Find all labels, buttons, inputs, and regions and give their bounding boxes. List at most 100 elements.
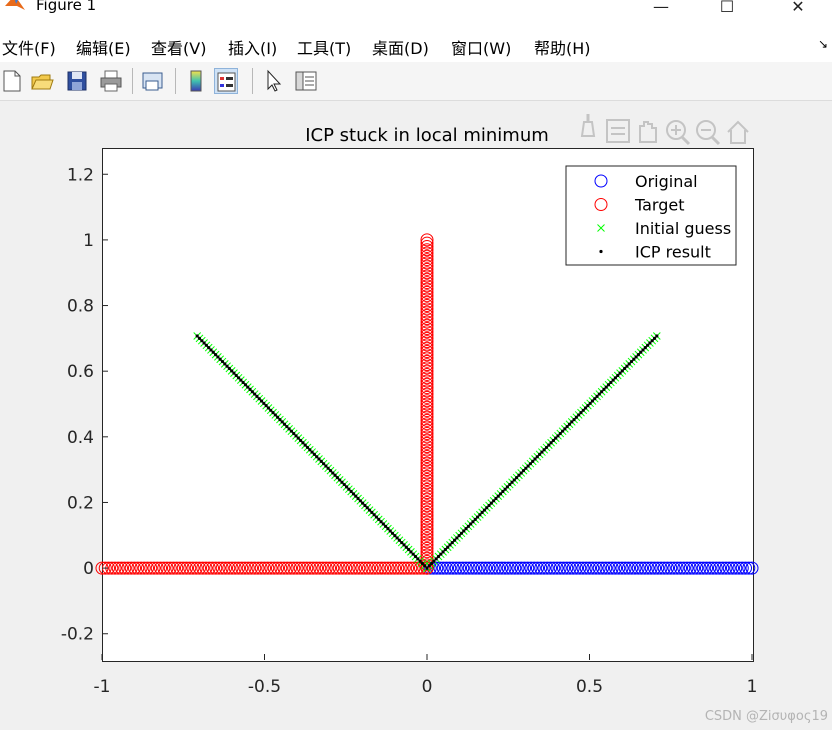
data-point: [627, 362, 631, 366]
data-point: [230, 369, 234, 373]
data-point: [535, 455, 539, 459]
data-point: [292, 431, 296, 436]
data-point: [655, 334, 659, 338]
data-point: [588, 401, 592, 405]
data-point: [331, 471, 335, 475]
series-layer: [95, 233, 759, 575]
data-point: [257, 397, 261, 401]
data-point: [374, 515, 379, 519]
data-point: [335, 475, 339, 480]
data-point: [519, 471, 523, 475]
data-point: [390, 531, 395, 535]
zoom-in-icon[interactable]: [666, 120, 691, 146]
data-point: [326, 466, 330, 470]
data-point: [634, 355, 638, 359]
home-icon[interactable]: [727, 120, 749, 144]
data-point: [593, 397, 597, 401]
legend[interactable]: Original Target Initial guess ICP result: [565, 165, 737, 266]
data-point: [462, 529, 466, 533]
data-point: [404, 545, 408, 549]
data-point: [602, 387, 606, 392]
data-point: [466, 524, 470, 528]
data-point: [494, 496, 498, 501]
data-point: [236, 376, 241, 380]
data-point: [595, 394, 599, 398]
data-point: [450, 540, 454, 545]
data-point: [515, 475, 519, 480]
data-point: [340, 480, 344, 484]
data-point: [248, 387, 252, 392]
data-point: [416, 557, 420, 561]
data-point: [505, 485, 510, 489]
data-point: [280, 420, 284, 424]
chart-title: ICP stuck in local minimum: [305, 125, 549, 146]
y-tick-label: 1.2: [67, 165, 94, 185]
data-point: [446, 545, 450, 549]
y-tick-label: -0.2: [61, 625, 94, 645]
data-point: [296, 436, 300, 440]
data-point: [354, 494, 358, 498]
data-point: [299, 438, 303, 443]
data-point: [207, 346, 211, 350]
data-point: [338, 478, 342, 482]
data-point: [423, 564, 427, 568]
data-point: [528, 462, 533, 466]
data-point: [271, 411, 275, 415]
data-point: [597, 392, 601, 396]
brush-icon[interactable]: [580, 114, 596, 137]
data-point: [347, 487, 351, 491]
data-point: [342, 482, 346, 487]
data-point: [629, 359, 634, 364]
data-point: [358, 499, 362, 503]
x-tick-label: 0.5: [576, 677, 603, 697]
data-point: [609, 380, 613, 385]
data-point: [395, 536, 399, 540]
data-point: [388, 529, 392, 533]
data-point: [558, 431, 562, 436]
data-point: [315, 455, 319, 459]
zoom-out-icon[interactable]: [696, 120, 721, 146]
data-point: [365, 506, 369, 510]
y-tick-label: 0.6: [67, 362, 94, 382]
data-point: [469, 522, 473, 526]
data-point: [652, 336, 657, 340]
data-point: [604, 385, 608, 389]
data-point: [400, 540, 404, 545]
data-point: [202, 341, 206, 345]
data-point: [480, 510, 484, 515]
data-point: [639, 350, 643, 354]
data-point: [547, 443, 551, 447]
data-point: [524, 466, 528, 470]
data-point: [567, 422, 572, 426]
data-point: [521, 469, 526, 473]
x-tick-label: 0: [422, 677, 433, 697]
data-point: [370, 510, 374, 515]
data-point: [200, 339, 204, 343]
data-point: [577, 413, 581, 417]
data-point: [512, 478, 516, 482]
data-point: [625, 364, 629, 368]
data-point: [276, 415, 280, 419]
data-point: [211, 350, 215, 354]
legend-label: Target: [634, 196, 685, 215]
data-point: [646, 343, 650, 347]
data-point: [485, 506, 489, 510]
data-point: [384, 524, 388, 528]
data-point: [581, 408, 585, 412]
data-point: [475, 515, 480, 519]
data-point: [349, 489, 353, 494]
data-point: [418, 559, 422, 563]
data-tips-icon[interactable]: [606, 119, 630, 143]
data-point: [565, 424, 569, 429]
legend-label: Initial guess: [635, 219, 731, 238]
series-original: [420, 561, 759, 575]
data-point: [301, 441, 305, 445]
data-point: [549, 441, 553, 445]
data-point: [533, 457, 537, 461]
pan-icon[interactable]: [639, 121, 657, 143]
data-point: [264, 404, 268, 408]
data-point: [381, 522, 385, 526]
data-point: [620, 369, 624, 373]
data-point: [321, 462, 326, 466]
watermark: CSDN @Ziσυφος19: [704, 709, 828, 724]
